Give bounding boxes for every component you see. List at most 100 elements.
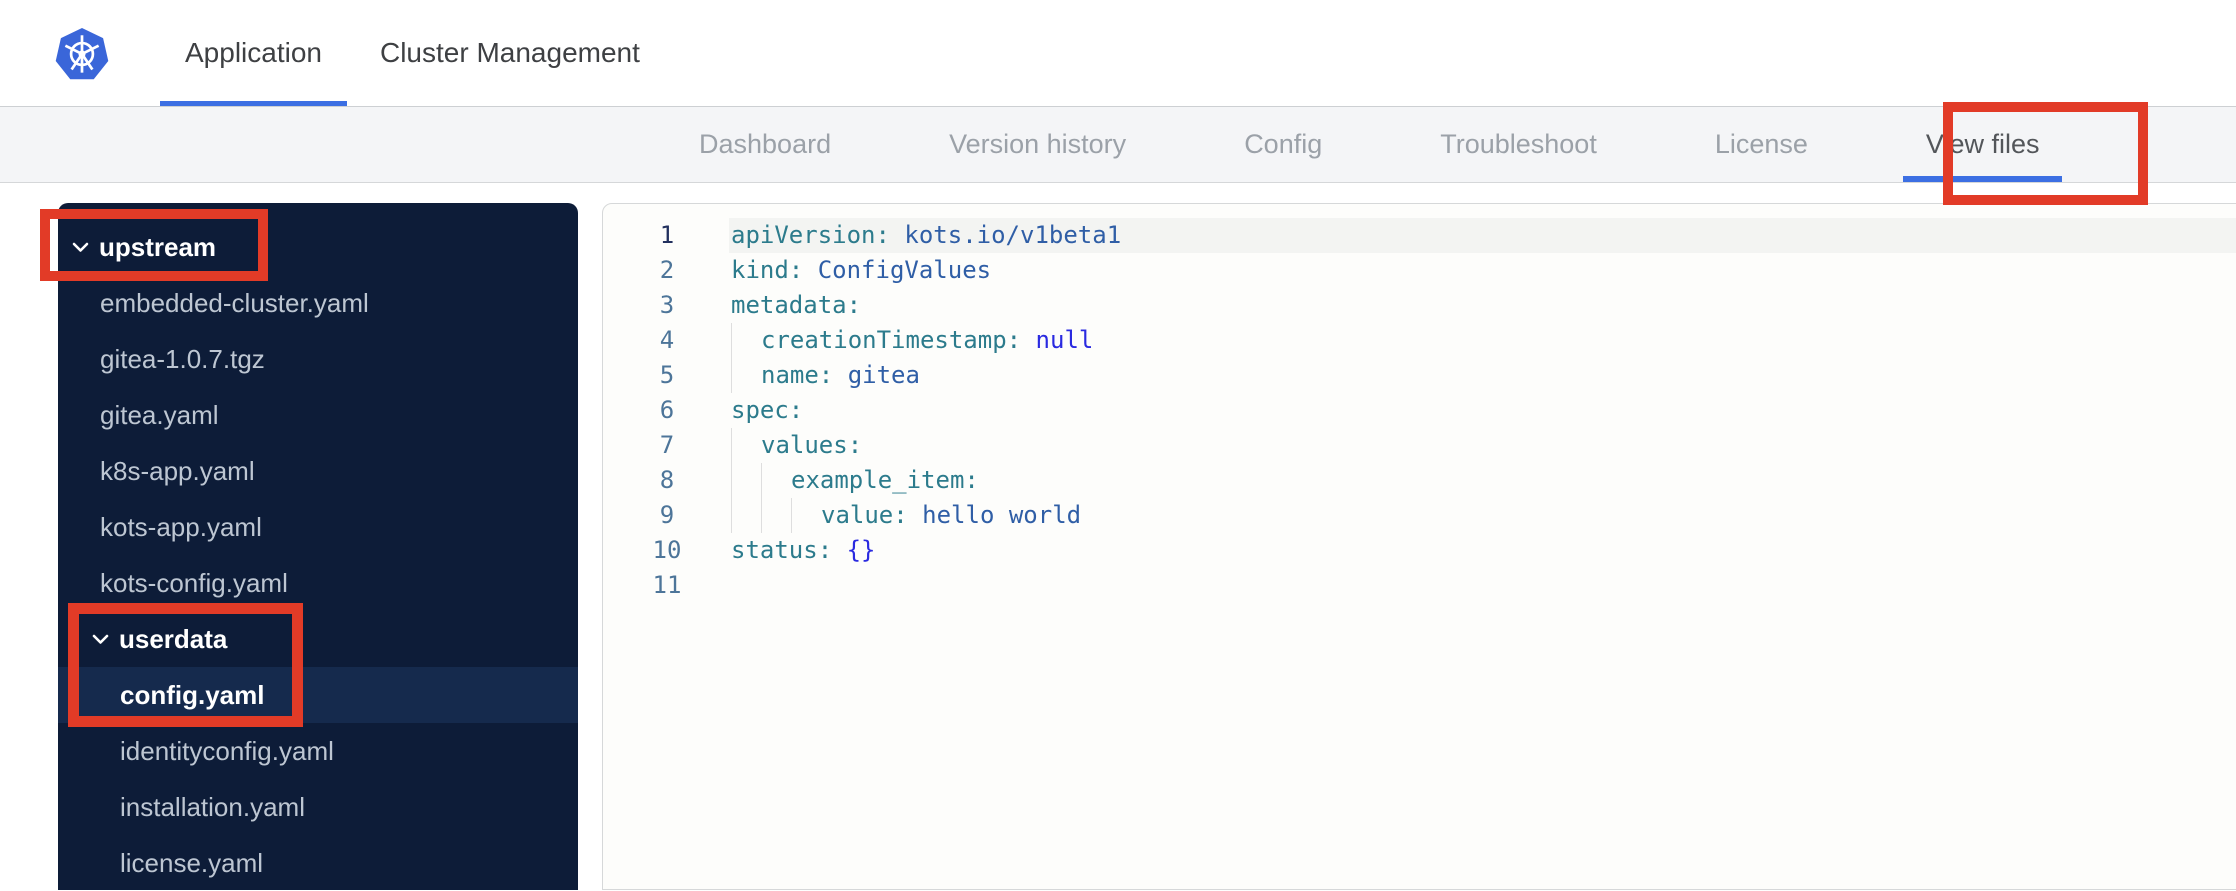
- line-content: creationTimestamp: null: [729, 323, 2236, 358]
- tree-file-config.yaml[interactable]: config.yaml: [58, 667, 578, 723]
- code-line-11[interactable]: 11: [603, 568, 2236, 603]
- line-number: 5: [659, 361, 675, 389]
- code-line-7[interactable]: 7 values:: [603, 428, 2236, 463]
- token-key: creationTimestamp:: [761, 326, 1022, 354]
- line-content: [729, 568, 2236, 603]
- tree-folder-userdata[interactable]: userdata: [58, 611, 578, 667]
- tree-item-label: identityconfig.yaml: [120, 735, 334, 766]
- token-kw: {}: [846, 536, 876, 564]
- token-sp: [908, 501, 922, 529]
- tree-item-label: upstream: [99, 231, 217, 262]
- code-line-9[interactable]: 9 value: hello world: [603, 498, 2236, 533]
- kots-admin-console: { "top_nav": { "tabs": [ {"label": "Appl…: [0, 0, 2236, 890]
- token-key: apiVersion:: [731, 221, 890, 249]
- code-line-5[interactable]: 5 name: gitea: [603, 358, 2236, 393]
- line-number: 2: [659, 256, 675, 284]
- tree-item-label: license.yaml: [120, 847, 264, 878]
- line-content: status: {}: [729, 533, 2236, 568]
- app-nav: Dashboard Version history Config Trouble…: [0, 107, 2236, 183]
- tree-file-embedded-cluster.yaml[interactable]: embedded-cluster.yaml: [58, 275, 578, 331]
- kubernetes-logo: [55, 25, 109, 85]
- tree-file-installation.yaml[interactable]: installation.yaml: [58, 779, 578, 835]
- tree-item-label: config.yaml: [120, 679, 265, 710]
- line-number: 4: [659, 326, 675, 354]
- indent-guide: [731, 498, 761, 533]
- code-line-4[interactable]: 4 creationTimestamp: null: [603, 323, 2236, 358]
- line-number: 1: [659, 221, 675, 249]
- line-content: spec:: [729, 393, 2236, 428]
- line-content: name: gitea: [729, 358, 2236, 393]
- token-key: metadata:: [731, 291, 862, 319]
- line-number: 9: [659, 501, 675, 529]
- token-val: ConfigValues: [817, 256, 992, 284]
- tree-item-label: k8s-app.yaml: [100, 455, 255, 486]
- token-sp: [832, 536, 846, 564]
- line-number: 6: [659, 396, 675, 424]
- token-key: example_item:: [791, 466, 979, 494]
- tree-file-kots-app.yaml[interactable]: kots-app.yaml: [58, 499, 578, 555]
- tab-view-files[interactable]: View files: [1903, 107, 2062, 182]
- line-content: values:: [729, 428, 2236, 463]
- tree-item-label: kots-app.yaml: [100, 511, 262, 542]
- line-content: metadata:: [729, 288, 2236, 323]
- indent-guide: [731, 463, 761, 498]
- tree-item-label: embedded-cluster.yaml: [100, 287, 369, 318]
- wheel-hub: [78, 50, 86, 58]
- line-content: value: hello world: [729, 498, 2236, 533]
- line-content: apiVersion: kots.io/v1beta1: [729, 218, 2236, 253]
- tree-item-label: kots-config.yaml: [100, 567, 288, 598]
- tree-item-label: userdata: [119, 623, 228, 654]
- indent-guide: [731, 323, 761, 358]
- tab-application[interactable]: Application: [160, 0, 347, 106]
- indent-guide: [731, 428, 761, 463]
- token-val: kots.io/v1beta1: [904, 221, 1122, 249]
- indent-guide: [791, 498, 821, 533]
- tree-file-identityconfig.yaml[interactable]: identityconfig.yaml: [58, 723, 578, 779]
- tree-item-label: gitea.yaml: [100, 399, 219, 430]
- token-key: status:: [731, 536, 833, 564]
- token-key: name:: [761, 361, 834, 389]
- tab-troubleshoot[interactable]: Troubleshoot: [1440, 107, 1597, 182]
- token-sp: [1021, 326, 1035, 354]
- tree-file-license.yaml[interactable]: license.yaml: [58, 835, 578, 891]
- token-key: kind:: [731, 256, 804, 284]
- token-key: spec:: [731, 396, 804, 424]
- indent-guide: [761, 498, 791, 533]
- tree-item-label: gitea-1.0.7.tgz: [100, 343, 265, 374]
- code-line-3[interactable]: 3 metadata:: [603, 288, 2236, 323]
- tab-license[interactable]: License: [1715, 107, 1808, 182]
- file-tree-sidebar: upstream embedded-cluster.yaml gitea-1.0.7…: [58, 203, 578, 890]
- file-tree: upstream embedded-cluster.yaml gitea-1.0.7…: [58, 219, 578, 891]
- token-sp: [833, 361, 847, 389]
- code-line-6[interactable]: 6 spec:: [603, 393, 2236, 428]
- tab-version-history[interactable]: Version history: [949, 107, 1126, 182]
- line-content: kind: ConfigValues: [729, 253, 2236, 288]
- token-sp: [890, 221, 904, 249]
- code-line-2[interactable]: 2 kind: ConfigValues: [603, 253, 2236, 288]
- tree-file-kots-config.yaml[interactable]: kots-config.yaml: [58, 555, 578, 611]
- line-number: 7: [659, 431, 675, 459]
- line-number: 11: [652, 571, 682, 599]
- tab-config[interactable]: Config: [1244, 107, 1322, 182]
- file-editor[interactable]: 1 apiVersion: kots.io/v1beta1 2 kind: Confi…: [602, 203, 2236, 890]
- chevron-down-icon: [92, 634, 109, 644]
- tree-item-label: installation.yaml: [120, 791, 305, 822]
- top-nav-tabs: Application Cluster Management: [160, 0, 665, 106]
- tab-cluster-management[interactable]: Cluster Management: [355, 0, 665, 106]
- code-line-10[interactable]: 10 status: {}: [603, 533, 2236, 568]
- tree-file-gitea-1.0.7.tgz[interactable]: gitea-1.0.7.tgz: [58, 331, 578, 387]
- token-key: values:: [761, 431, 863, 459]
- line-number: 10: [652, 536, 682, 564]
- indent-guide: [731, 358, 761, 393]
- code-line-1[interactable]: 1 apiVersion: kots.io/v1beta1: [603, 218, 2236, 253]
- token-val: gitea: [847, 361, 920, 389]
- tree-file-k8s-app.yaml[interactable]: k8s-app.yaml: [58, 443, 578, 499]
- indent-guide: [761, 463, 791, 498]
- chevron-down-icon: [72, 242, 89, 252]
- tree-file-gitea.yaml[interactable]: gitea.yaml: [58, 387, 578, 443]
- tree-folder-upstream[interactable]: upstream: [58, 219, 578, 275]
- line-number: 3: [659, 291, 675, 319]
- code-line-8[interactable]: 8 example_item:: [603, 463, 2236, 498]
- token-key: value:: [821, 501, 908, 529]
- tab-dashboard[interactable]: Dashboard: [699, 107, 831, 182]
